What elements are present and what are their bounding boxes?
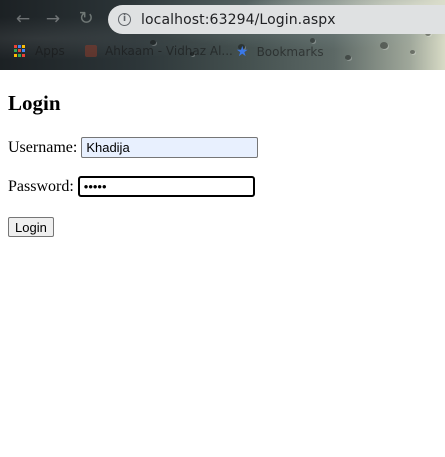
apps-grid-icon xyxy=(14,44,27,58)
bookmarks-bar: Apps Ahkaam - Vidhaz Al... ★ Bookmarks xyxy=(0,40,445,64)
address-bar[interactable]: i localhost:63294/Login.aspx xyxy=(108,5,445,34)
username-input[interactable] xyxy=(81,137,259,158)
info-icon[interactable]: i xyxy=(118,13,131,26)
url-text[interactable]: localhost:63294/Login.aspx xyxy=(141,12,336,28)
star-icon: ★ xyxy=(236,44,249,60)
bookmark-apps[interactable]: Apps xyxy=(14,44,65,58)
username-row: Username: xyxy=(8,137,259,158)
browser-chrome: ← → ↻ i localhost:63294/Login.aspx Apps … xyxy=(0,0,445,70)
bookmark-apps-label: Apps xyxy=(35,44,65,58)
bookmark-folder[interactable]: ★ Bookmarks xyxy=(236,44,324,60)
back-button[interactable]: ← xyxy=(12,8,34,30)
page-title: Login xyxy=(8,91,61,115)
favicon-icon xyxy=(85,45,97,57)
password-label: Password: xyxy=(8,177,74,195)
bookmark-item-label: Ahkaam - Vidhaz Al... xyxy=(105,44,233,58)
password-row: Password: xyxy=(8,176,255,197)
reload-button[interactable]: ↻ xyxy=(75,8,97,30)
forward-button[interactable]: → xyxy=(42,8,64,30)
login-button[interactable]: Login xyxy=(8,217,54,237)
bookmark-folder-label: Bookmarks xyxy=(256,45,324,59)
bookmark-item[interactable]: Ahkaam - Vidhaz Al... xyxy=(85,44,233,58)
password-input[interactable] xyxy=(77,176,255,197)
username-label: Username: xyxy=(8,138,78,156)
